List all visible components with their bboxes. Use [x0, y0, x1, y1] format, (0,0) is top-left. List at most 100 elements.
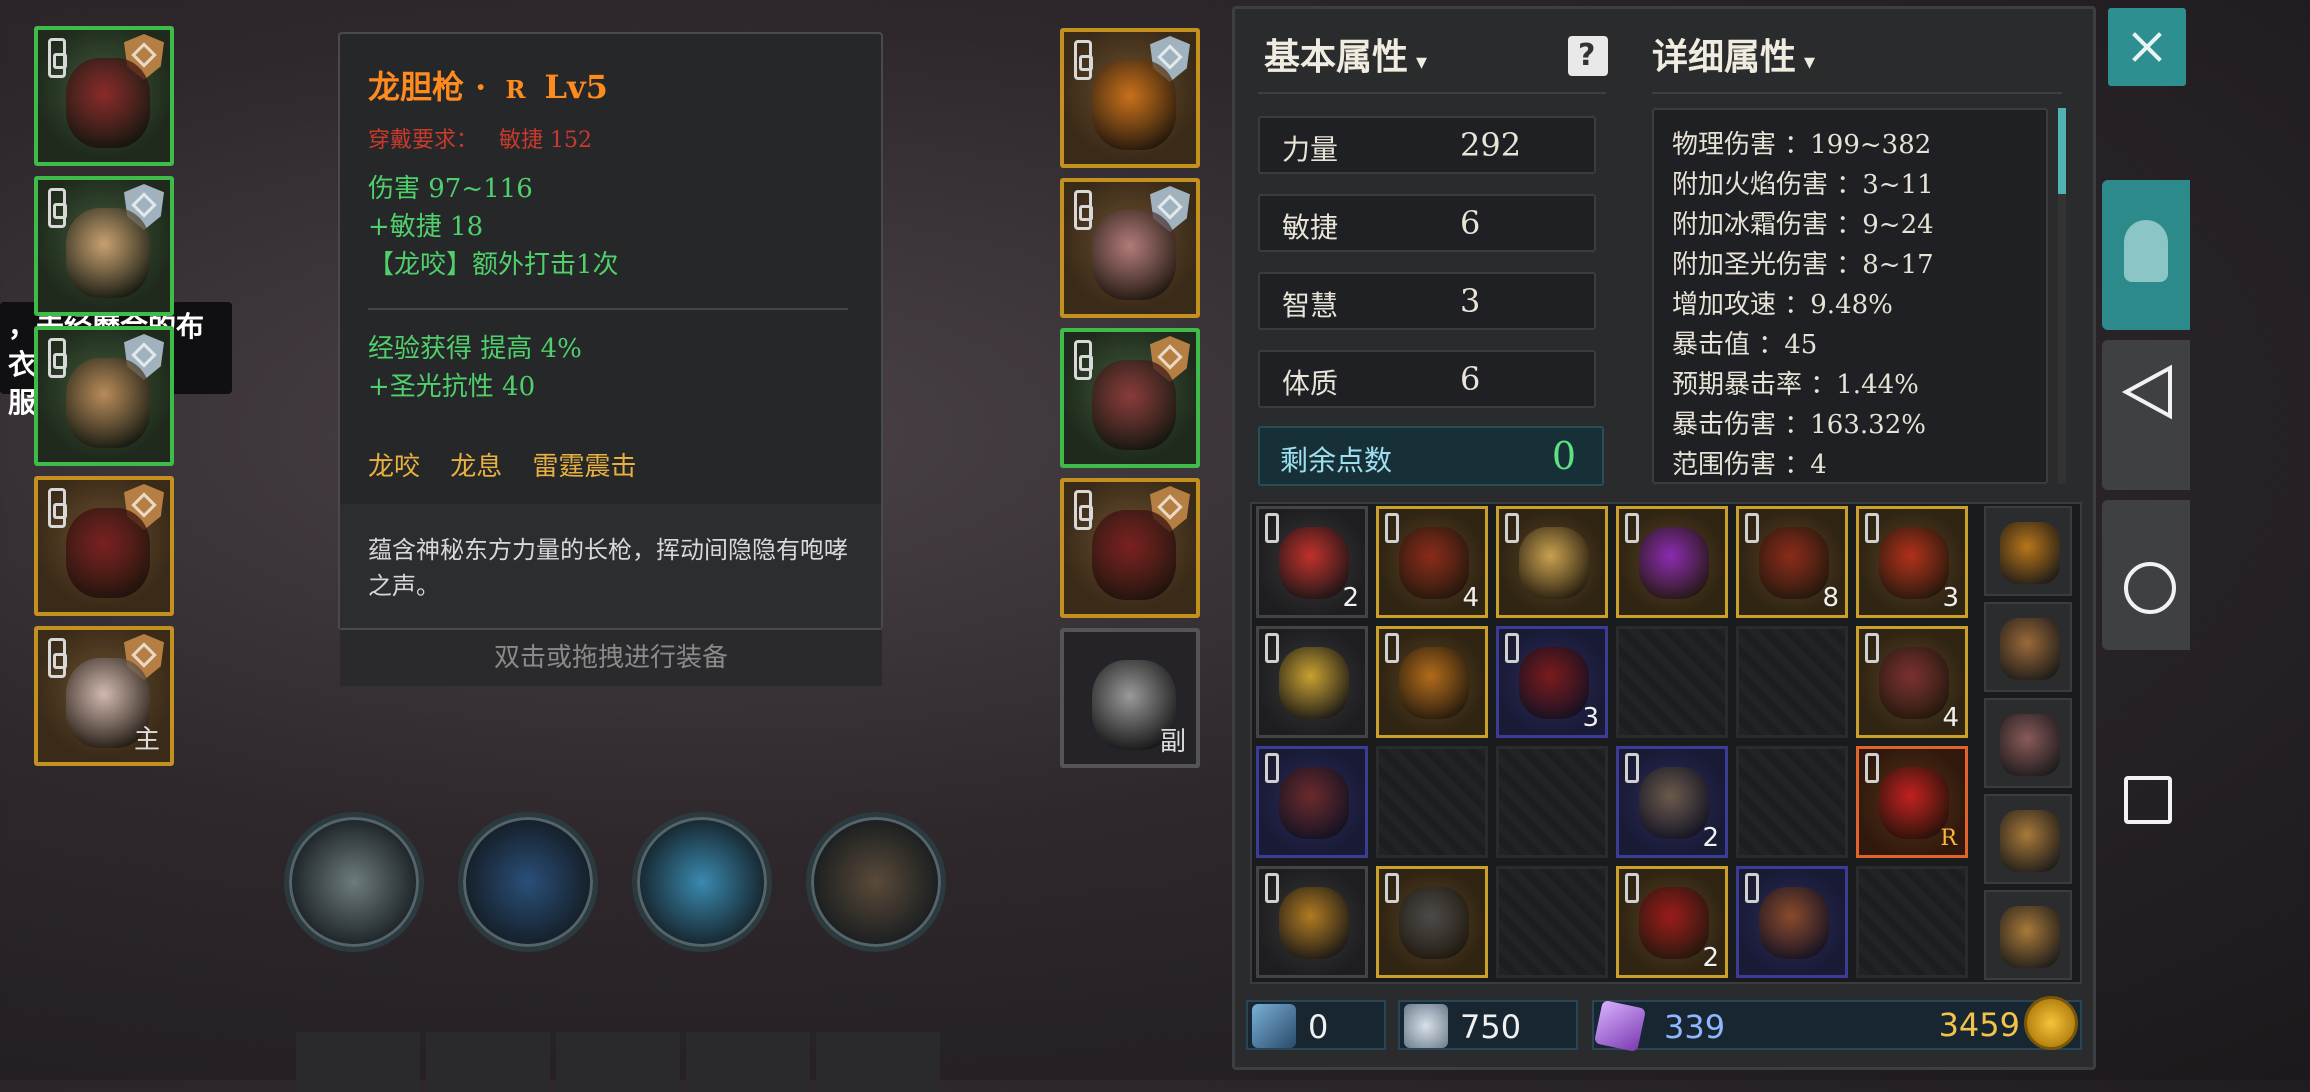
item-art-icon [1759, 887, 1829, 959]
basic-attributes-title[interactable]: 基本属性 ▾ [1264, 28, 1427, 80]
inventory-empty-slot[interactable] [1616, 626, 1728, 738]
lock-icon [1625, 513, 1639, 543]
inventory-item[interactable] [1256, 626, 1368, 738]
inventory-item[interactable]: 2 [1616, 866, 1728, 978]
bag-slot[interactable] [1984, 602, 2072, 692]
bag-slot[interactable] [1984, 506, 2072, 596]
detail-attributes-title[interactable]: 详细属性 ▾ [1652, 28, 1815, 80]
helmet-icon [2124, 220, 2168, 282]
lock-icon [1385, 513, 1399, 543]
bag-slot[interactable] [1984, 794, 2072, 884]
inventory-empty-slot[interactable] [1736, 626, 1848, 738]
charge-skill[interactable] [806, 812, 946, 952]
inventory-empty-slot[interactable] [1496, 746, 1608, 858]
detail-attribute-line: 暴击值 ：45 [1672, 330, 1818, 360]
holy-resist-line: +圣光抗性 40 [368, 372, 536, 402]
item-art-icon [1879, 527, 1949, 599]
stack-count: 2 [1702, 943, 1719, 973]
inventory-item[interactable] [1256, 746, 1368, 858]
inventory-item[interactable]: 3 [1856, 506, 1968, 618]
lock-icon [1625, 753, 1639, 783]
inventory-empty-slot[interactable] [1496, 866, 1608, 978]
lock-icon [1865, 633, 1879, 663]
gold-coin-icon [2024, 996, 2078, 1050]
inventory-item[interactable] [1376, 626, 1488, 738]
wave-skill[interactable] [632, 812, 772, 952]
inventory-item[interactable] [1736, 866, 1848, 978]
scroll-icon [1252, 1004, 1296, 1048]
inventory-item[interactable] [1256, 866, 1368, 978]
detail-scroll-thumb[interactable] [2058, 108, 2066, 194]
item-rarity: R [505, 75, 526, 104]
lock-icon [1074, 490, 1093, 530]
lock-icon [1865, 753, 1879, 783]
stat-value: 3 [1460, 282, 1481, 320]
helmet-slot[interactable] [34, 26, 174, 166]
item-art-icon [1092, 210, 1176, 300]
whirl-skill[interactable] [458, 812, 598, 952]
lock-icon [1865, 513, 1879, 543]
item-art-icon [1279, 527, 1349, 599]
item-art-icon [1879, 767, 1949, 839]
gloves-slot[interactable] [1060, 178, 1200, 318]
bottom-tab-1[interactable] [296, 1032, 420, 1092]
scroll-count: 0 [1308, 1008, 1329, 1046]
bottom-tab-5[interactable] [816, 1032, 940, 1092]
ring2-slot[interactable] [1060, 478, 1200, 618]
detail-attributes-label: 详细属性 [1652, 36, 1797, 78]
stack-count: 4 [1942, 703, 1959, 733]
lock-icon [1265, 753, 1279, 783]
inventory-item[interactable]: 2 [1256, 506, 1368, 618]
slash-skill[interactable] [284, 812, 424, 952]
lock-icon [48, 188, 67, 228]
bag-slot[interactable] [1984, 698, 2072, 788]
offhand-slot[interactable]: 副 [1060, 628, 1200, 768]
help-icon[interactable] [1568, 36, 1608, 76]
boots-slot[interactable] [1060, 328, 1200, 468]
description-box: 蕴含神秘东方力量的长枪，挥动间隐隐有咆哮之声。 [340, 504, 881, 628]
inventory-item[interactable] [1376, 866, 1488, 978]
ring-slot[interactable] [34, 476, 174, 616]
inventory-item[interactable]: R [1856, 746, 1968, 858]
close-button[interactable] [2108, 8, 2186, 86]
inventory-item[interactable]: 8 [1736, 506, 1848, 618]
amulet-slot[interactable] [1060, 28, 1200, 168]
pants-slot[interactable] [34, 326, 174, 466]
bag-slot[interactable] [1984, 890, 2072, 980]
bottom-tab-2[interactable] [426, 1032, 550, 1092]
inventory-item[interactable] [1616, 506, 1728, 618]
inventory-item[interactable] [1496, 506, 1608, 618]
stack-count: 2 [1342, 583, 1359, 613]
recent-apps-icon[interactable] [2124, 776, 2172, 824]
detail-attributes-list[interactable]: 物理伤害 ：199~382 附加火焰伤害 ：3~11 附加冰霜伤害 ：9~24 附加圣… [1652, 108, 2048, 484]
bottom-tab-3[interactable] [556, 1032, 680, 1092]
main-weapon-slot[interactable]: 主 [34, 626, 174, 766]
requirement: 穿戴要求： 敏捷 152 [368, 122, 592, 154]
stat-label: 力量 [1282, 133, 1339, 166]
requirement-value: 敏捷 152 [499, 128, 593, 153]
inventory-item[interactable]: 4 [1376, 506, 1488, 618]
bottom-tab-4[interactable] [686, 1032, 810, 1092]
heart-currency: 750 [1398, 1000, 1578, 1050]
detail-attribute-line: 增加攻速 ：9.48% [1672, 290, 1893, 320]
lock-icon [48, 488, 67, 528]
stat-label: 智慧 [1282, 289, 1339, 322]
home-nav-icon[interactable] [2124, 562, 2176, 614]
inventory-item[interactable]: 3 [1496, 626, 1608, 738]
inventory-empty-slot[interactable] [1376, 746, 1488, 858]
detail-attribute-line: 范围伤害 ：4 [1672, 450, 1827, 480]
armor-slot[interactable] [34, 176, 174, 316]
scroll-currency: 0 [1246, 1000, 1386, 1050]
inventory-item[interactable]: 4 [1856, 626, 1968, 738]
inventory-empty-slot[interactable] [1856, 866, 1968, 978]
heart-icon [1404, 1004, 1448, 1048]
inventory-empty-slot[interactable] [1736, 746, 1848, 858]
item-description: 蕴含神秘东方力量的长枪，挥动间隐隐有咆哮之声。 [368, 536, 848, 600]
back-nav-icon[interactable] [2118, 362, 2178, 422]
dropdown-caret-icon: ▾ [1804, 49, 1816, 75]
bag-icon [2000, 810, 2060, 872]
inventory-item[interactable]: 2 [1616, 746, 1728, 858]
item-art-icon [66, 508, 150, 598]
tab-equipment[interactable] [2102, 180, 2190, 330]
equip-hint[interactable]: 双击或拖拽进行装备 [340, 630, 882, 686]
